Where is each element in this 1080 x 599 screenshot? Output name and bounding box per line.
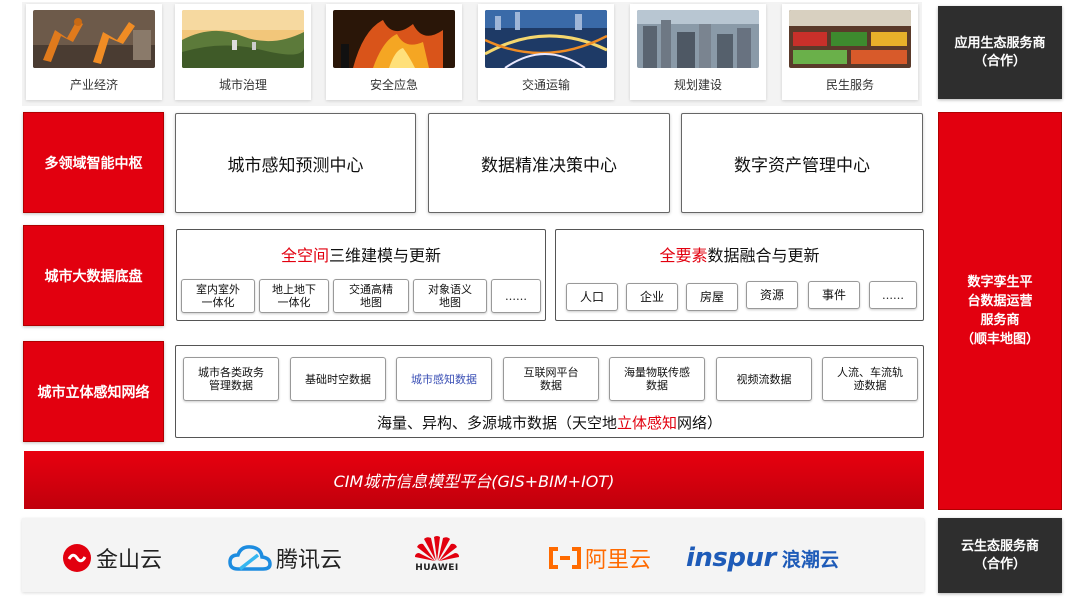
- fusion-chip[interactable]: 事件: [808, 281, 860, 309]
- fusion-chip[interactable]: 企业: [626, 283, 678, 311]
- sensing-panel: 城市各类政务 管理数据 基础时空数据 城市感知数据 互联网平台 数据 海量物联传…: [175, 345, 924, 438]
- tencent-cloud-logo[interactable]: 腾讯云: [228, 538, 342, 578]
- aliyun-logo[interactable]: 阿里云: [548, 538, 651, 578]
- sensing-chip[interactable]: 海量物联传感 数据: [609, 357, 705, 401]
- scenario-label: 民生服务: [825, 78, 874, 92]
- modeling-title: 全空间三维建模与更新: [280, 246, 442, 265]
- fusion-title: 全要素数据融合与更新: [659, 246, 820, 265]
- city-aerial-photo: [637, 10, 759, 68]
- fusion-chip[interactable]: 资源: [746, 281, 798, 309]
- scenario-label: 产业经济: [69, 78, 118, 92]
- sensing-chip[interactable]: 人流、车流轨 迹数据: [822, 357, 918, 401]
- scenario-label: 城市治理: [218, 78, 267, 92]
- scenario-label: 安全应急: [369, 78, 418, 92]
- center-decision[interactable]: 数据精准决策中心: [428, 113, 670, 213]
- app-ecosystem-partner[interactable]: 应用生态服务商 （合作）: [938, 6, 1062, 99]
- huawei-flower-icon: [415, 536, 459, 561]
- scenario-tile-transport[interactable]: 交通运输: [478, 4, 614, 100]
- sensing-chip[interactable]: 城市各类政务 管理数据: [183, 357, 279, 401]
- modeling-chip[interactable]: 室内室外 一体化: [181, 279, 255, 313]
- sensing-footer: 海量、异构、多源城市数据（天空地立体感知网络）: [376, 414, 723, 432]
- modeling-chip[interactable]: 地上地下 一体化: [259, 279, 329, 313]
- cim-platform-bar[interactable]: CIM城市信息模型平台(GIS+BIM+IOT): [24, 451, 924, 509]
- aliyun-bracket-icon: [549, 547, 581, 569]
- highway-interchange-photo: [485, 10, 607, 68]
- layer-label-sensing: 城市立体感知网络: [23, 341, 164, 442]
- sensing-chip[interactable]: 互联网平台 数据: [503, 357, 599, 401]
- fusion-panel: 全要素数据融合与更新 人口 企业 房屋 资源 事件 ……: [555, 229, 924, 321]
- cloud-ecosystem-partner[interactable]: 云生态服务商 （合作）: [938, 518, 1062, 593]
- city-hills-photo: [182, 10, 304, 68]
- kingsoft-cloud-icon: [63, 544, 91, 572]
- center-asset-management[interactable]: 数字资产管理中心: [681, 113, 923, 213]
- scenario-label: 交通运输: [521, 78, 570, 92]
- sensing-chip[interactable]: 视频流数据: [716, 357, 812, 401]
- huawei-logo[interactable]: HUAWEI: [414, 533, 460, 581]
- fusion-chip[interactable]: 人口: [566, 283, 618, 311]
- scenario-tile-emergency[interactable]: 安全应急: [326, 4, 462, 100]
- modeling-panel: 全空间三维建模与更新 室内室外 一体化 地上地下 一体化 交通高精 地图 对象语…: [176, 229, 546, 321]
- sensing-chip-highlighted[interactable]: 城市感知数据: [396, 357, 492, 401]
- fire-emergency-photo: [333, 10, 455, 68]
- layer-label-hub: 多领域智能中枢: [23, 112, 164, 213]
- industry-robot-photo: [33, 10, 155, 68]
- fusion-chip-more[interactable]: ……: [869, 281, 917, 309]
- twin-platform-operator[interactable]: 数字孪生平 台数据运营 服务商 （顺丰地图）: [938, 112, 1062, 510]
- center-perception-prediction[interactable]: 城市感知预测中心: [175, 113, 416, 213]
- modeling-chip[interactable]: 对象语义 地图: [413, 279, 487, 313]
- modeling-chip[interactable]: 交通高精 地图: [333, 279, 409, 313]
- scenario-tile-governance[interactable]: 城市治理: [175, 4, 311, 100]
- tencent-cloud-icon: [228, 545, 272, 571]
- layer-label-bigdata: 城市大数据底盘: [23, 225, 164, 326]
- kingsoft-cloud-logo[interactable]: 金山云: [62, 538, 162, 578]
- inspur-cloud-logo[interactable]: inspur 浪潮云: [686, 538, 839, 578]
- modeling-chip-more[interactable]: ……: [491, 279, 541, 313]
- scenario-tile-industry[interactable]: 产业经济: [26, 4, 162, 100]
- fusion-chip[interactable]: 房屋: [686, 283, 738, 311]
- scenario-label: 规划建设: [673, 78, 722, 92]
- sensing-chip[interactable]: 基础时空数据: [290, 357, 386, 401]
- scenario-tile-livelihood[interactable]: 民生服务: [782, 4, 918, 100]
- scenario-tile-planning[interactable]: 规划建设: [630, 4, 766, 100]
- market-produce-photo: [789, 10, 911, 68]
